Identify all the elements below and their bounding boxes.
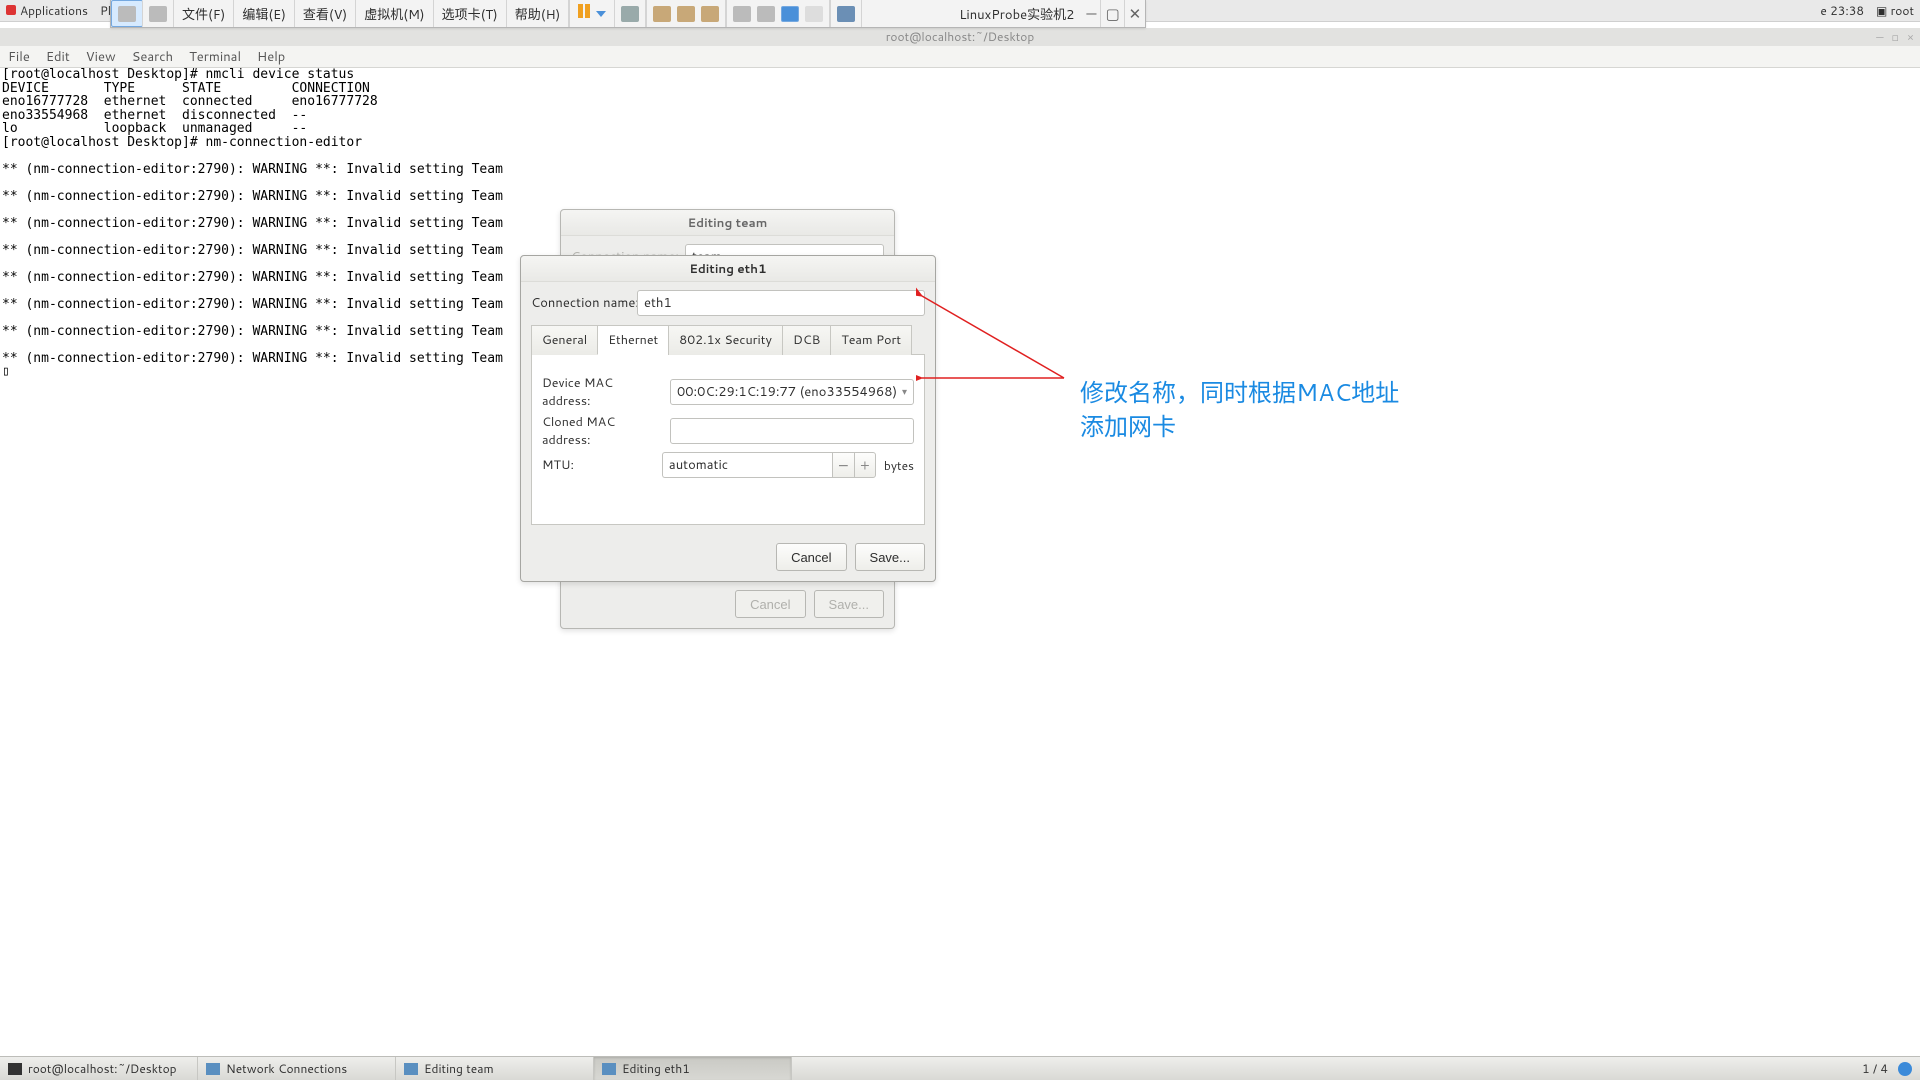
vmware-snapshot-take-icon[interactable] [653,6,671,22]
task-editing-team[interactable]: Editing team [396,1057,594,1080]
vmware-view-unity-icon[interactable] [805,6,823,22]
vmware-view-fullscreen-icon[interactable] [781,6,799,22]
activities-icon [6,5,16,15]
terminal-output[interactable]: [root@localhost Desktop]# nmcli device s… [0,68,1920,1056]
terminal-menu-search[interactable]: Search [132,48,173,66]
terminal-menu-terminal[interactable]: Terminal [189,48,241,66]
task-terminal[interactable]: root@localhost:~/Desktop [0,1057,198,1080]
network-task-icon [206,1063,220,1075]
vmware-maximize-icon[interactable]: ▢ [1101,0,1124,27]
terminal-menu-edit[interactable]: Edit [46,48,70,66]
mtu-spinbox[interactable]: automatic − + [662,452,876,478]
tab-team-port[interactable]: Team Port [830,325,912,355]
vmware-thumbnail-bar-icon[interactable] [837,6,855,22]
eth-conn-name-input[interactable]: eth1 [637,290,925,316]
team-save-button[interactable]: Save... [814,590,884,618]
editing-eth1-dialog: Editing eth1 Connection name: eth1 Gener… [520,255,936,582]
cloned-mac-input[interactable] [670,418,914,444]
tray-info-icon[interactable] [1898,1062,1912,1076]
guest-minimize-icon[interactable]: — [1876,28,1883,46]
vmware-library-icon[interactable] [143,0,174,27]
terminal-menu-help[interactable]: Help [257,48,285,66]
vmware-snapshot-manager-icon[interactable] [701,6,719,22]
tab-dcb[interactable]: DCB [782,325,831,355]
eth-save-button[interactable]: Save... [855,543,925,571]
task-editing-eth1[interactable]: Editing eth1 [594,1057,792,1080]
vmware-minimize-icon[interactable]: — [1082,0,1101,27]
vmware-pause-button[interactable] [578,4,590,23]
mtu-increment-button[interactable]: + [854,452,876,478]
vmware-menu-help[interactable]: 帮助(H) [507,0,570,27]
mtu-input[interactable]: automatic [662,452,832,478]
guest-window-title-text: root@localhost:~/Desktop [886,28,1035,45]
vmware-view-multi-icon[interactable] [757,6,775,22]
editing-eth1-title: Editing eth1 [521,256,935,282]
clock: e 23:38 [1820,2,1864,19]
applications-menu[interactable]: Applications [6,2,88,19]
task-network-connections[interactable]: Network Connections [198,1057,396,1080]
vmware-menu-view[interactable]: 查看(V) [295,0,356,27]
vmware-home-icon[interactable] [111,0,143,27]
terminal-menubar: File Edit View Search Terminal Help [0,46,1920,68]
terminal-menu-file[interactable]: File [8,48,30,66]
terminal-task-icon [8,1063,22,1075]
user-menu[interactable]: ▣ root [1876,2,1914,19]
tab-pane-ethernet: Device MAC address: 00:0C:29:1C:19:77 (e… [531,355,925,525]
annotation-text: 修改名称，同时根据MAC地址 添加网卡 [1080,376,1399,443]
workspace-indicator[interactable]: 1 / 4 [1862,1060,1888,1077]
eth-cancel-button[interactable]: Cancel [776,543,846,571]
vmware-close-icon[interactable]: ✕ [1125,0,1146,27]
eth1-task-icon [602,1063,616,1075]
mtu-decrement-button[interactable]: − [832,452,854,478]
guest-maximize-icon[interactable]: ▫ [1892,28,1899,46]
editing-team-title: Editing team [561,210,894,236]
tab-ethernet[interactable]: Ethernet [597,325,669,355]
vmware-vm-title: LinuxProbe实验机2 [862,0,1082,27]
vmware-toolbar: 文件(F) 编辑(E) 查看(V) 虚拟机(M) 选项卡(T) 帮助(H) Li… [110,0,1146,28]
guest-window-titlebar: root@localhost:~/Desktop — ▫ × [0,28,1920,46]
vmware-menu-vm[interactable]: 虚拟机(M) [356,0,433,27]
eth-conn-name-label: Connection name: [531,294,637,312]
gnome-taskbar: root@localhost:~/Desktop Network Connect… [0,1056,1920,1080]
eth-tabs: General Ethernet 802.1x Security DCB Tea… [531,324,925,355]
team-task-icon [404,1063,418,1075]
mtu-label: MTU: [542,456,654,474]
device-mac-combo[interactable]: 00:0C:29:1C:19:77 (eno33554968) ▾ [670,379,914,405]
vmware-snapshot-revert-icon[interactable] [677,6,695,22]
vmware-menu-file[interactable]: 文件(F) [174,0,234,27]
vmware-view-single-icon[interactable] [733,6,751,22]
device-mac-label: Device MAC address: [542,374,662,410]
vmware-send-ctrl-alt-del-icon[interactable] [615,0,646,27]
cloned-mac-label: Cloned MAC address: [542,413,662,449]
vmware-menu-tabs[interactable]: 选项卡(T) [434,0,507,27]
team-cancel-button[interactable]: Cancel [735,590,805,618]
tab-8021x-security[interactable]: 802.1x Security [668,325,783,355]
vmware-menu-edit[interactable]: 编辑(E) [234,0,295,27]
terminal-menu-view[interactable]: View [86,48,116,66]
tab-general[interactable]: General [531,325,598,355]
guest-close-icon[interactable]: × [1907,28,1914,46]
chevron-down-icon: ▾ [902,385,907,399]
mtu-unit: bytes [884,457,914,474]
vmware-power-dropdown-icon[interactable] [596,11,606,17]
